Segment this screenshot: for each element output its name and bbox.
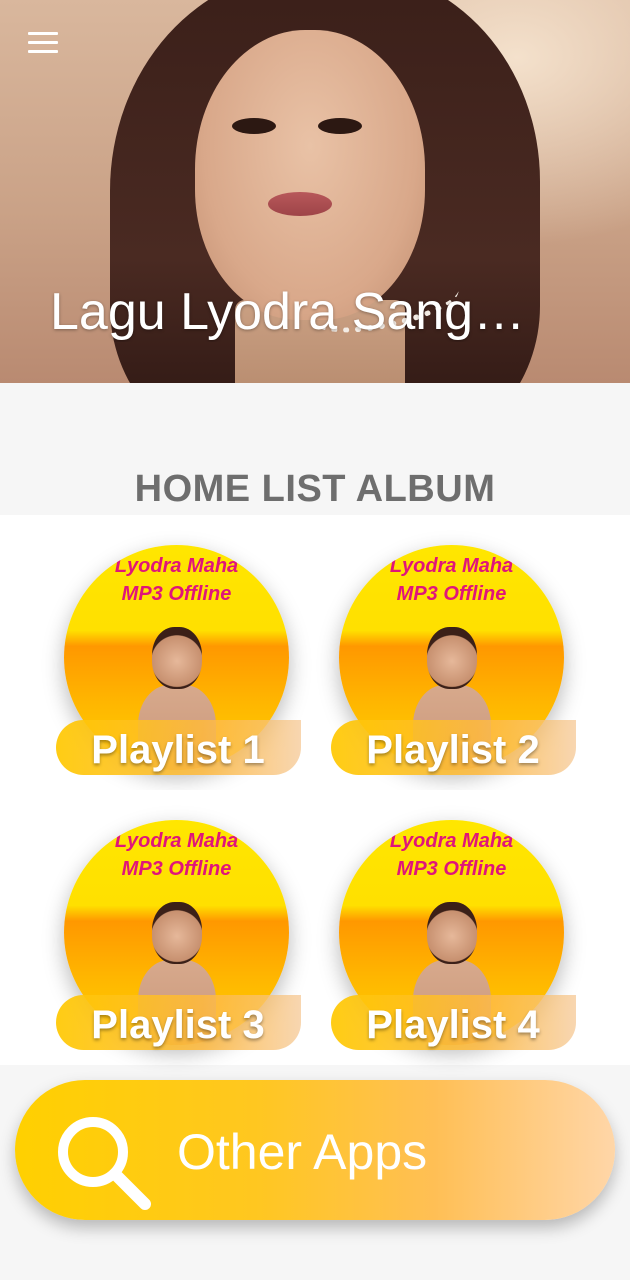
search-icon [58,1117,151,1210]
banner-photo-eye [232,118,276,134]
playlist-card-4[interactable]: Lyodra Maha MP3 Offline Playlist 4 [313,790,583,1065]
playlist-label: Playlist 4 [366,1003,540,1047]
banner-photo-face [195,30,425,320]
hamburger-menu-icon[interactable] [28,32,58,54]
thumbnail-text: Lyodra Maha [389,555,514,577]
banner-photo-eye [318,118,362,134]
thumbnail-text: MP3 Offline [396,858,507,880]
thumbnail-text: Lyodra Maha [389,830,514,852]
playlist-label: Playlist 3 [91,1003,265,1047]
playlist-row: Lyodra Maha MP3 Offline Playlist 3 Lyodr… [0,790,630,1065]
other-apps-button[interactable]: Other Apps [15,1080,615,1220]
playlist-label: Playlist 2 [366,728,540,772]
playlist-row: Lyodra Maha MP3 Offline Playlist 1 Lyodr… [0,515,630,790]
playlist-label: Playlist 1 [91,728,265,772]
banner-photo-lips [268,192,332,216]
header-banner: Lagu Lyodra Sang… [0,0,630,383]
other-apps-label: Other Apps [177,1124,428,1180]
playlist-card-2[interactable]: Lyodra Maha MP3 Offline Playlist 2 [313,515,583,790]
thumbnail-text: MP3 Offline [121,858,232,880]
thumbnail-text: MP3 Offline [396,583,507,605]
app-title: Lagu Lyodra Sang… [50,283,526,341]
section-title: HOME LIST ALBUM [134,468,496,510]
thumbnail-text: Lyodra Maha [114,830,239,852]
thumbnail-text: Lyodra Maha [114,555,239,577]
playlist-card-3[interactable]: Lyodra Maha MP3 Offline Playlist 3 [38,790,308,1065]
thumbnail-text: MP3 Offline [121,583,232,605]
playlist-card-1[interactable]: Lyodra Maha MP3 Offline Playlist 1 [38,515,308,790]
